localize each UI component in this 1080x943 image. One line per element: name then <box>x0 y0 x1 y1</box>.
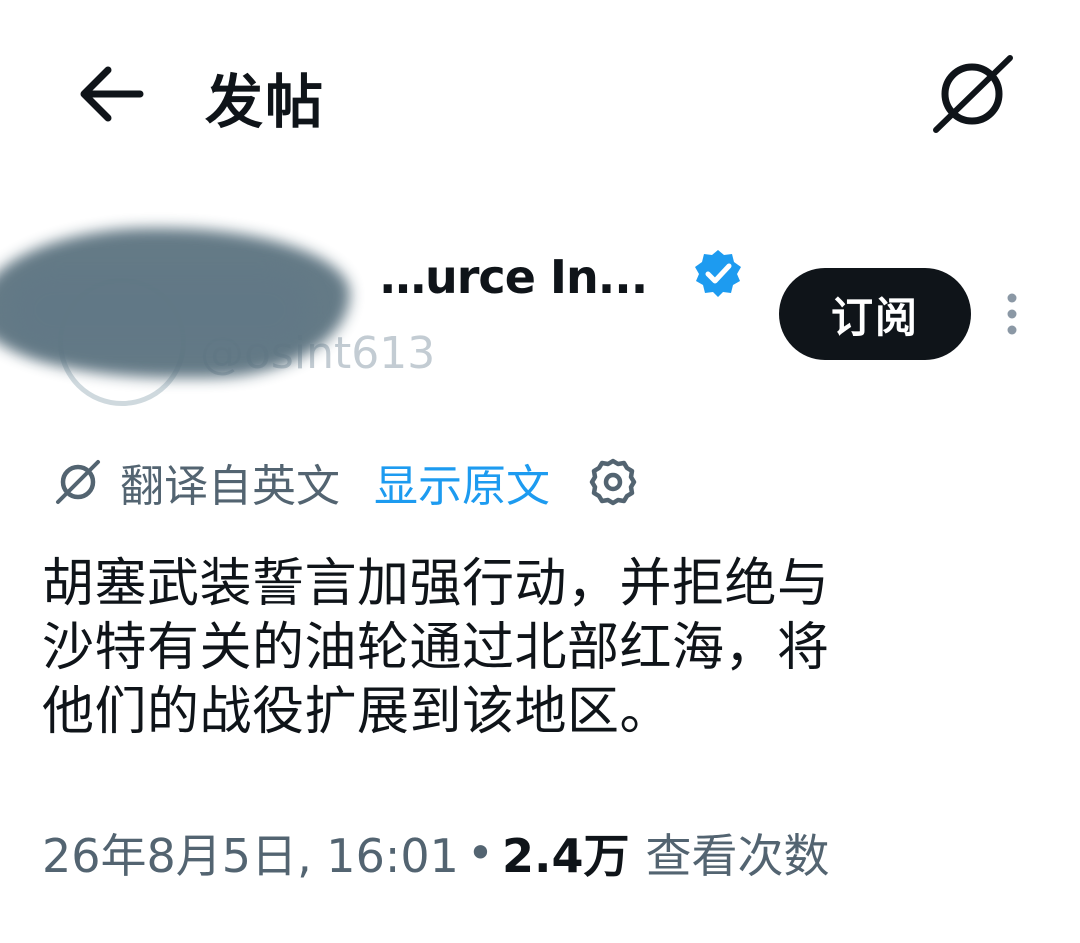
separator-dot: • <box>466 826 495 880</box>
grok-icon <box>933 55 1013 133</box>
tweet-meta: 26年8月5日, 16:01 • 2.4万 查看次数 <box>42 818 830 888</box>
view-count[interactable]: 2.4万 <box>502 820 630 886</box>
back-button[interactable] <box>78 64 144 124</box>
timestamp[interactable]: 26年8月5日, 16:01 <box>42 820 459 886</box>
show-original-link[interactable]: 显示原文 <box>374 450 550 514</box>
subscribe-button[interactable]: 订阅 <box>779 268 971 360</box>
post-page: 发帖 …urce In... @osint613 订阅 翻译自英文 显示原文 胡… <box>0 0 1080 943</box>
tweet-text-line: 胡塞武装誓言加强行动，并拒绝与 <box>42 554 830 614</box>
more-options-button[interactable] <box>996 290 1028 338</box>
view-count-label: 查看次数 <box>645 829 830 883</box>
more-vertical-icon <box>1007 293 1017 335</box>
verified-badge-icon <box>695 250 742 297</box>
grok-icon <box>56 460 100 504</box>
tweet-text: 胡塞武装誓言加强行动，并拒绝与 沙特有关的油轮通过北部红海，将 他们的战役扩展到… <box>42 552 1042 744</box>
translated-from-label: 翻译自英文 <box>120 461 340 512</box>
translation-bar: 翻译自英文 显示原文 <box>52 452 640 512</box>
page-title: 发帖 <box>205 68 326 136</box>
privacy-blur-inner <box>10 270 310 350</box>
tweet-text-line: 沙特有关的油轮通过北部红海，将 <box>42 618 830 678</box>
author-name-row[interactable]: …urce In... <box>380 246 743 308</box>
grok-button[interactable] <box>928 52 1016 136</box>
tweet-text-line: 他们的战役扩展到该地区。 <box>42 682 673 742</box>
gear-icon[interactable] <box>586 455 640 509</box>
author-name: …urce In... <box>380 250 648 304</box>
arrow-left-icon <box>80 66 144 122</box>
